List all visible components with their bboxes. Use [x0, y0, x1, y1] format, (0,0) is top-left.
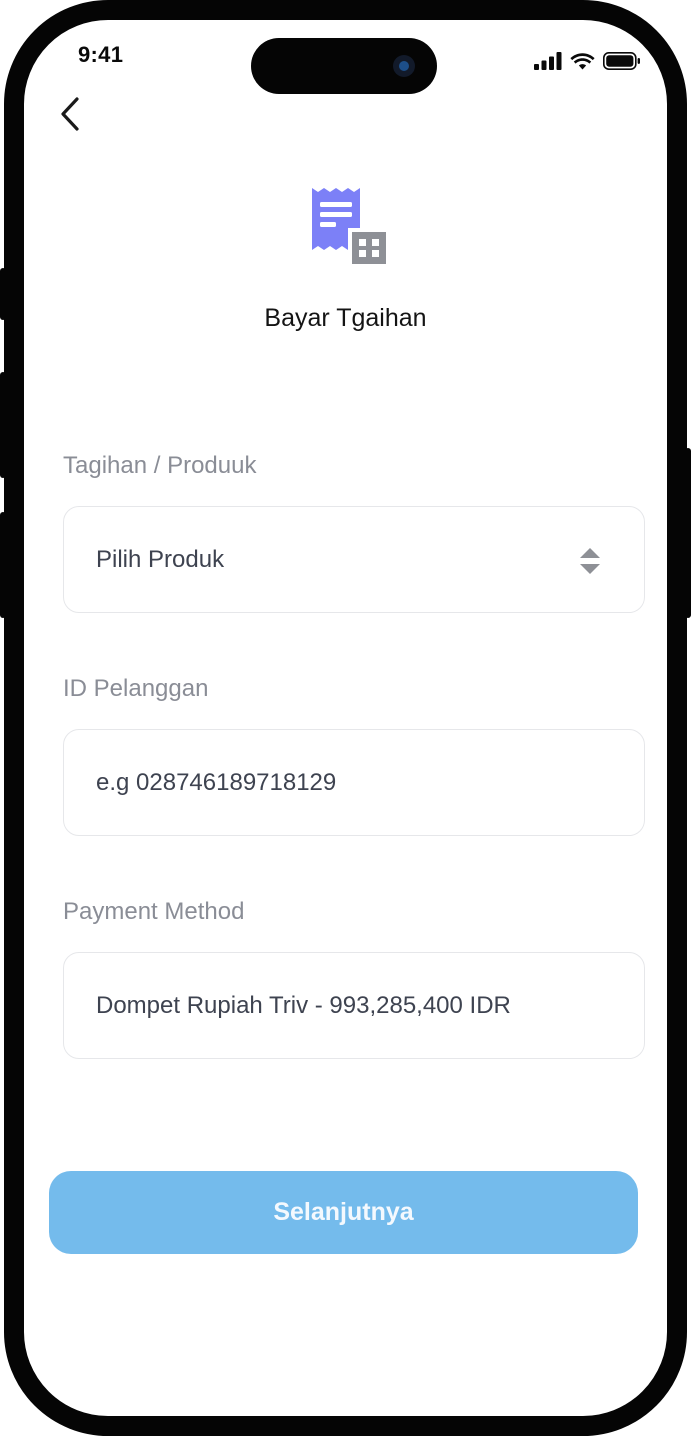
status-icons	[534, 52, 641, 70]
customer-id-field-box	[63, 729, 645, 836]
battery-icon	[603, 52, 640, 70]
chevron-left-icon	[61, 97, 79, 131]
select-arrows-icon	[580, 548, 600, 574]
customer-id-input[interactable]	[96, 768, 596, 797]
product-select[interactable]: Pilih Produk	[63, 506, 645, 613]
payment-method-value: Dompet Rupiah Triv - 993,285,400 IDR	[96, 991, 511, 1019]
receipt-building-icon	[312, 188, 386, 264]
status-time: 9:41	[78, 42, 124, 67]
wifi-icon	[570, 53, 595, 70]
payment-method-field[interactable]: Dompet Rupiah Triv - 993,285,400 IDR	[63, 952, 645, 1059]
customer-id-label: ID Pelanggan	[63, 675, 209, 702]
phone-frame: 9:41 Bayar Tgaihan Tagihan / Produuk Pil…	[4, 0, 687, 1436]
cellular-signal-icon	[534, 52, 562, 70]
product-label: Tagihan / Produuk	[63, 452, 257, 479]
product-select-value: Pilih Produk	[96, 545, 225, 573]
camera-icon	[393, 55, 415, 77]
page-title: Bayar Tgaihan	[264, 304, 427, 332]
next-button[interactable]: Selanjutnya	[49, 1171, 638, 1254]
back-button[interactable]	[50, 94, 90, 134]
dynamic-island	[251, 38, 437, 94]
payment-method-label: Payment Method	[63, 898, 245, 925]
